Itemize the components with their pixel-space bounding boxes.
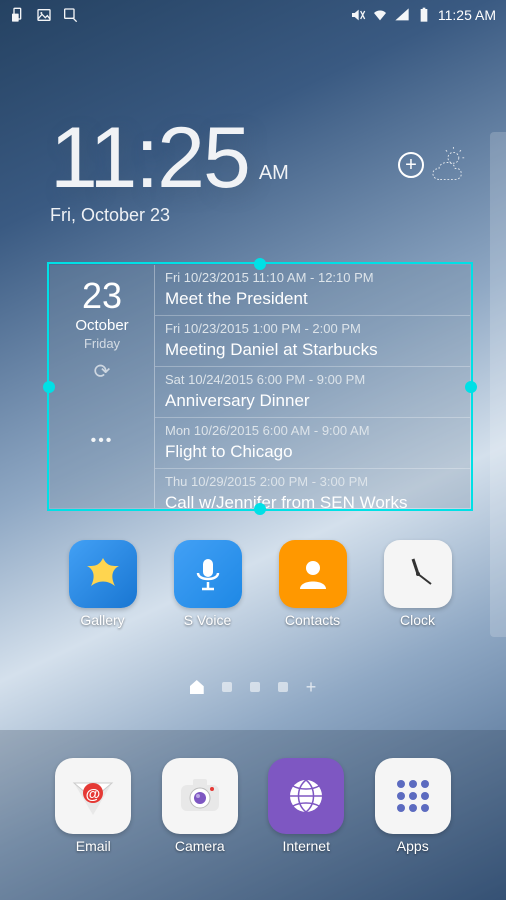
mute-icon <box>350 7 366 23</box>
signal-icon <box>394 7 410 23</box>
app-row: Gallery S Voice Contacts Clock <box>50 540 470 628</box>
clock-icon <box>384 540 452 608</box>
svoice-icon <box>174 540 242 608</box>
weather-icon <box>426 147 470 183</box>
svg-text:@: @ <box>86 786 101 803</box>
app-svoice[interactable]: S Voice <box>163 540 253 628</box>
clock-ampm: AM <box>259 162 289 185</box>
email-icon: @ <box>55 758 131 834</box>
app-contacts[interactable]: Contacts <box>268 540 358 628</box>
event-time: Sat 10/24/2015 6:00 PM - 9:00 PM <box>165 371 460 389</box>
battery-icon <box>416 7 432 23</box>
home-page-indicator[interactable] <box>190 680 204 694</box>
event-title: Meeting Daniel at Starbucks <box>165 338 460 362</box>
gallery-icon <box>69 540 137 608</box>
status-time: 11:25 AM <box>438 7 496 23</box>
status-bar: 11:25 AM <box>0 0 506 30</box>
device-icon <box>10 7 26 23</box>
event-time: Mon 10/26/2015 6:00 AM - 9:00 AM <box>165 422 460 440</box>
calendar-widget[interactable]: 23 October Friday ⟳ ••• Fri 10/23/2015 1… <box>50 265 470 508</box>
overflow-icon[interactable]: ••• <box>50 432 154 450</box>
app-email[interactable]: @ Email <box>48 758 138 854</box>
calendar-event[interactable]: Mon 10/26/2015 6:00 AM - 9:00 AM Flight … <box>155 418 470 469</box>
calendar-date-panel[interactable]: 23 October Friday ⟳ ••• <box>50 265 155 508</box>
calendar-event[interactable]: Sat 10/24/2015 6:00 PM - 9:00 PM Anniver… <box>155 367 470 418</box>
clock-weather-widget[interactable]: 11:25 AM + Fri, October 23 <box>50 120 470 226</box>
sync-icon[interactable]: ⟳ <box>50 359 154 384</box>
event-title: Anniversary Dinner <box>165 389 460 413</box>
app-drawer[interactable]: Apps <box>368 758 458 854</box>
calendar-event[interactable]: Fri 10/23/2015 1:00 PM - 2:00 PM Meeting… <box>155 316 470 367</box>
internet-icon <box>268 758 344 834</box>
page-peek-right[interactable] <box>490 132 506 637</box>
image-icon <box>36 7 52 23</box>
app-camera[interactable]: Camera <box>155 758 245 854</box>
contacts-icon <box>279 540 347 608</box>
event-time: Fri 10/23/2015 11:10 AM - 12:10 PM <box>165 269 460 287</box>
add-weather-button[interactable]: + <box>398 147 470 183</box>
apps-icon <box>375 758 451 834</box>
calendar-weekday: Friday <box>50 336 154 351</box>
plus-icon: + <box>398 152 424 178</box>
app-clock[interactable]: Clock <box>373 540 463 628</box>
calendar-month: October <box>50 317 154 334</box>
calendar-events-list[interactable]: Fri 10/23/2015 11:10 AM - 12:10 PM Meet … <box>155 265 470 508</box>
event-title: Call w/Jennifer from SEN Works <box>165 491 460 508</box>
camera-icon <box>162 758 238 834</box>
app-internet[interactable]: Internet <box>261 758 351 854</box>
app-label: Email <box>48 838 138 854</box>
app-label: Apps <box>368 838 458 854</box>
clock-date: Fri, October 23 <box>50 205 470 226</box>
calendar-event[interactable]: Thu 10/29/2015 2:00 PM - 3:00 PM Call w/… <box>155 469 470 508</box>
debug-icon <box>62 7 78 23</box>
calendar-day-number: 23 <box>50 275 154 317</box>
event-time: Fri 10/23/2015 1:00 PM - 2:00 PM <box>165 320 460 338</box>
clock-time: 11:25 <box>50 120 249 197</box>
app-gallery[interactable]: Gallery <box>58 540 148 628</box>
app-label: Gallery <box>58 612 148 628</box>
page-dot[interactable] <box>278 682 288 692</box>
page-indicator[interactable]: + <box>0 680 506 694</box>
app-label: Camera <box>155 838 245 854</box>
app-label: Internet <box>261 838 351 854</box>
event-title: Meet the President <box>165 287 460 311</box>
event-title: Flight to Chicago <box>165 440 460 464</box>
dock: @ Email Camera Internet Apps <box>0 730 506 900</box>
calendar-event[interactable]: Fri 10/23/2015 11:10 AM - 12:10 PM Meet … <box>155 265 470 316</box>
app-label: Contacts <box>268 612 358 628</box>
app-label: Clock <box>373 612 463 628</box>
app-label: S Voice <box>163 612 253 628</box>
wifi-icon <box>372 7 388 23</box>
page-dot[interactable] <box>250 682 260 692</box>
page-dot[interactable] <box>222 682 232 692</box>
event-time: Thu 10/29/2015 2:00 PM - 3:00 PM <box>165 473 460 491</box>
add-page-button[interactable]: + <box>306 682 317 692</box>
